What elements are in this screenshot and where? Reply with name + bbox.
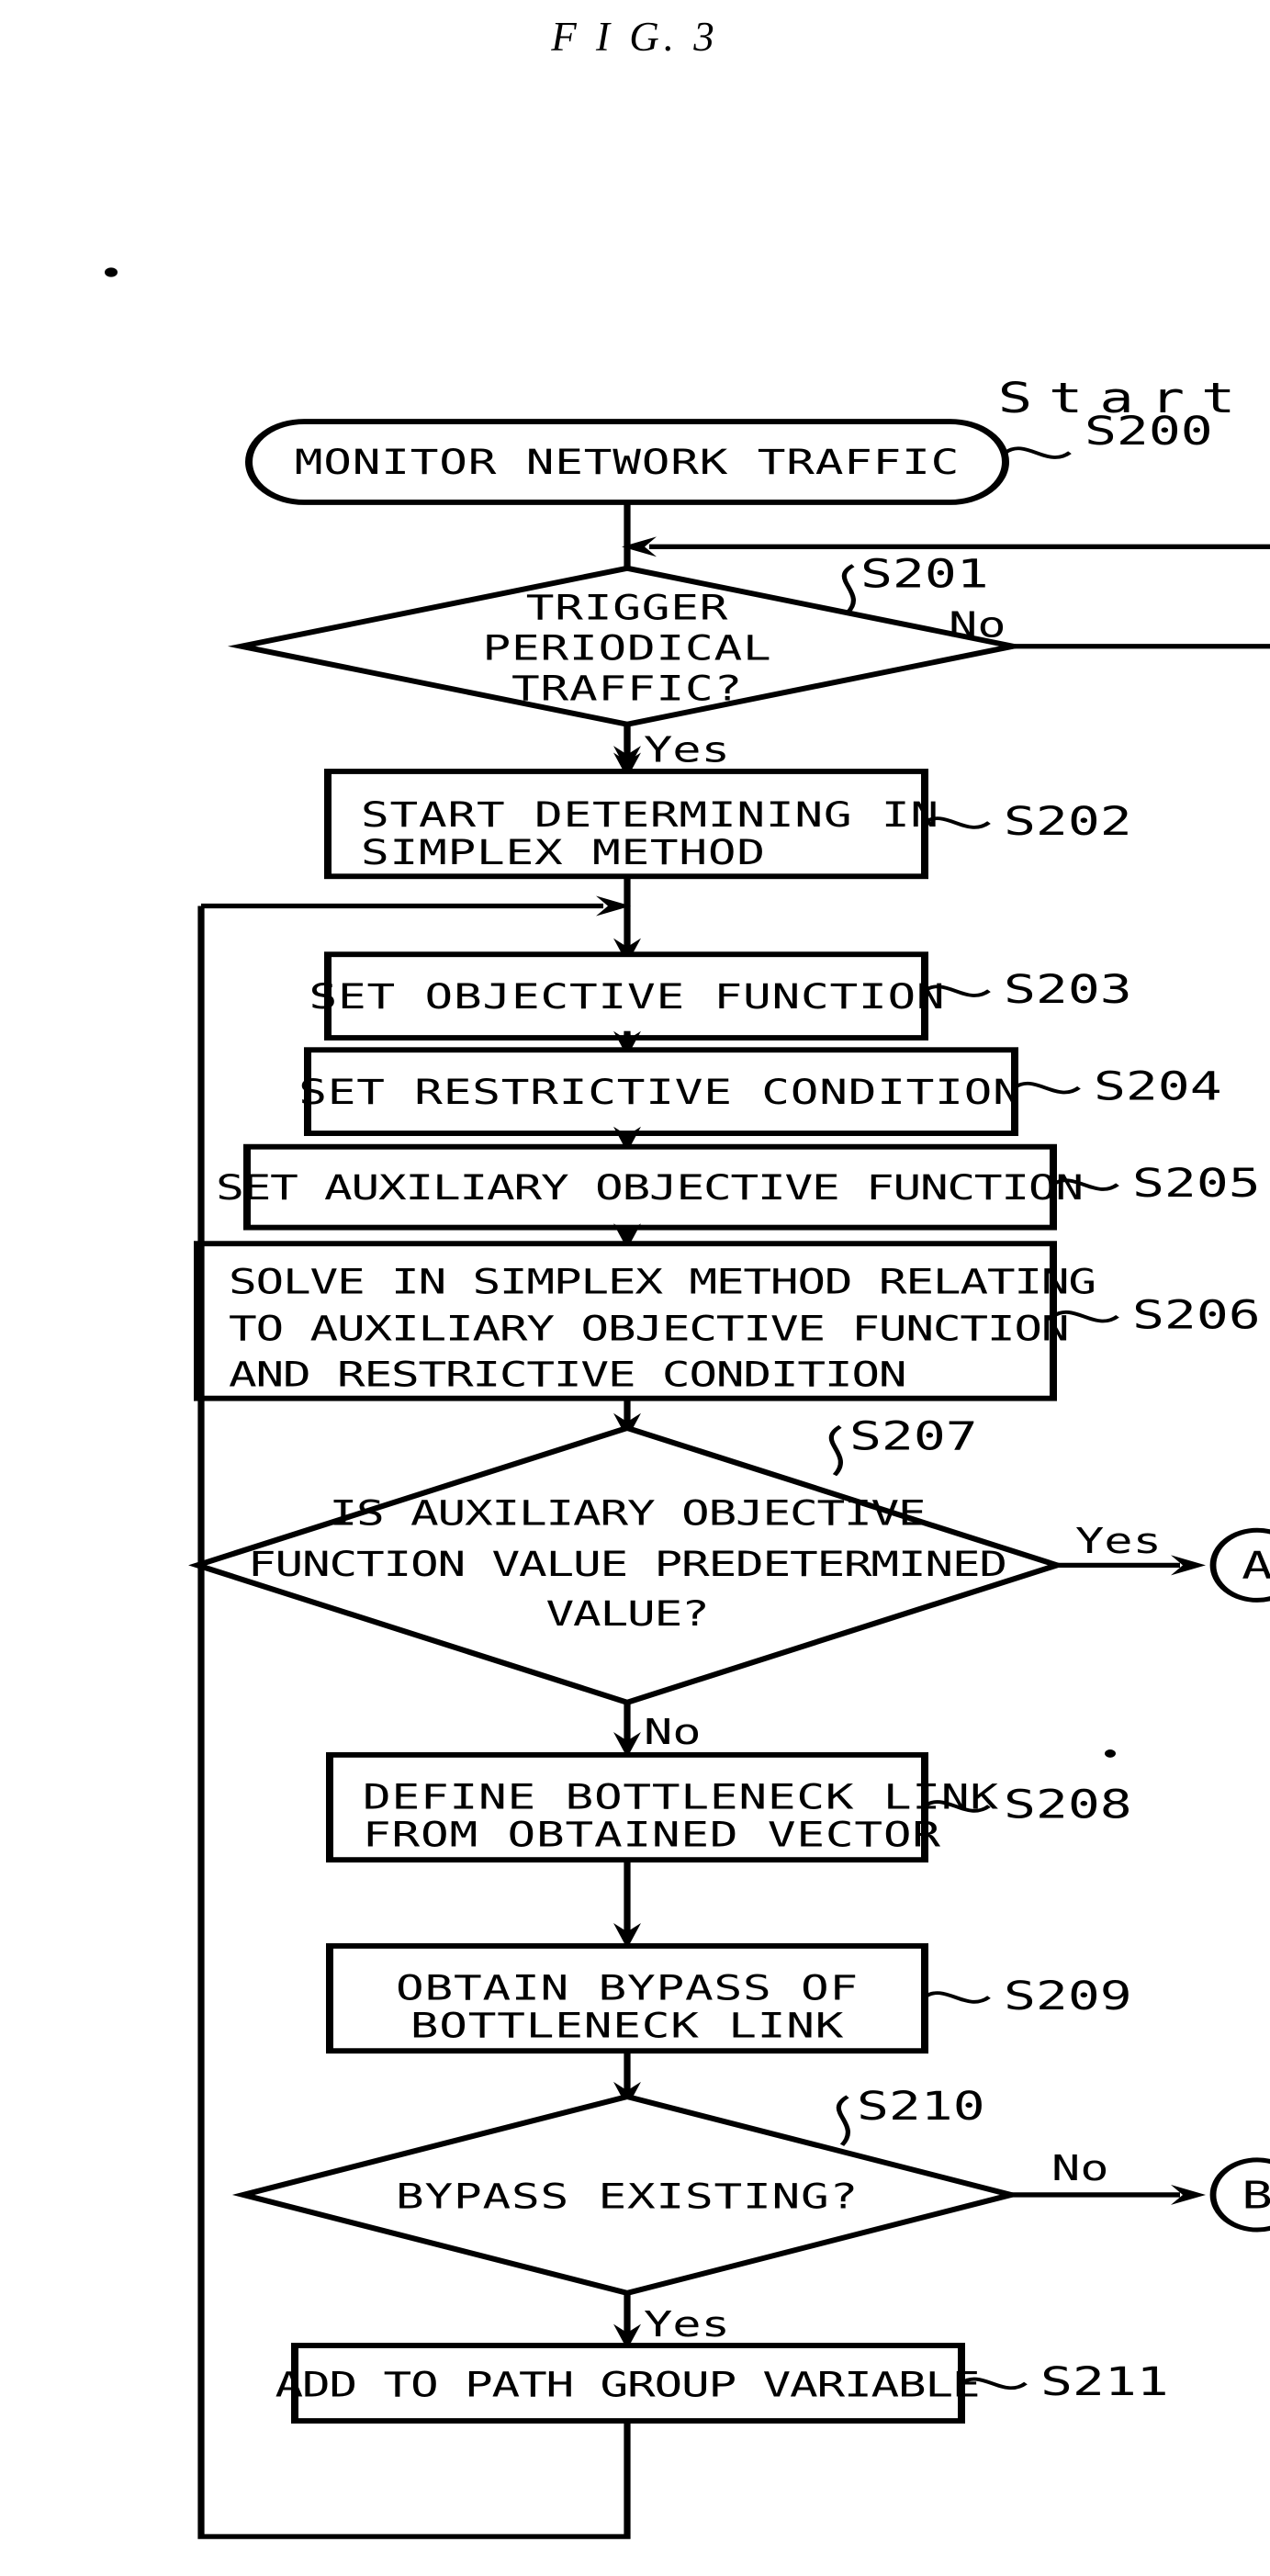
node-s200[interactable]: MONITOR NETWORK TRAFFIC	[245, 419, 1009, 505]
s202-step-label: S202	[1004, 799, 1132, 844]
s211-label: ADD TO PATH GROUP VARIABLE	[275, 2365, 980, 2404]
node-s203[interactable]: SET OBJECTIVE FUNCTION	[309, 951, 946, 1041]
scan-speck	[1105, 1749, 1116, 1758]
connector-a[interactable]: A	[1209, 1527, 1270, 1603]
node-s206[interactable]: SOLVE IN SIMPLEX METHOD RELATING TO AUXI…	[194, 1241, 1096, 1401]
s210-no-label: No	[1051, 2148, 1109, 2188]
s206-step-label: S206	[1132, 1292, 1261, 1337]
node-s209[interactable]: OBTAIN BYPASS OF BOTTLENECK LINK	[326, 1942, 928, 2054]
s201-label-line2: PERIODICAL	[483, 628, 772, 668]
s209-step-label: S209	[1004, 1973, 1132, 2018]
s207-label-line1: IS AUXILIARY OBJECTIVE	[330, 1493, 926, 1533]
s207-leader-line	[828, 1424, 843, 1477]
flowchart-canvas: Start MONITOR NETWORK TRAFFIC S200 TRIGG…	[105, 267, 1270, 2539]
connector-b[interactable]: B	[1209, 2157, 1270, 2233]
s200-label: MONITOR NETWORK TRAFFIC	[295, 443, 960, 482]
node-s208[interactable]: DEFINE BOTTLENECK LINK FROM OBTAINED VEC…	[326, 1751, 999, 1863]
s203-step-label: S203	[1004, 967, 1132, 1012]
s206-label-line2: TO AUXILIARY OBJECTIVE FUNCTION	[229, 1309, 1068, 1348]
s206-label-line3: AND RESTRICTIVE CONDITION	[229, 1355, 905, 1394]
s200-leader-line	[1004, 446, 1072, 459]
node-s207[interactable]: IS AUXILIARY OBJECTIVE FUNCTION VALUE PR…	[187, 1424, 1067, 1705]
node-s202[interactable]: START DETERMINING IN SIMPLEX METHOD	[324, 769, 939, 880]
s200-step-label: S200	[1085, 409, 1213, 454]
connector-a-letter: A	[1242, 1544, 1270, 1588]
s207-yes-label: Yes	[1075, 1521, 1162, 1561]
s205-step-label: S205	[1132, 1161, 1261, 1206]
s201-leader-line	[841, 564, 856, 614]
s201-label-line1: TRIGGER	[526, 588, 728, 627]
s207-label-line2: FUNCTION VALUE PREDETERMINED	[248, 1545, 1006, 1584]
s211-step-label: S211	[1040, 2359, 1169, 2404]
node-s204-group[interactable]: SET RESTRICTIVE CONDITION	[298, 1047, 1021, 1136]
s201-label-line3: TRAFFIC?	[511, 669, 743, 708]
s207-label-line3: VALUE?	[546, 1594, 709, 1634]
node-s205[interactable]: SET AUXILIARY OBJECTIVE FUNCTION	[216, 1143, 1084, 1231]
s210-label: BYPASS EXISTING?	[396, 2177, 859, 2216]
s210-yes-label: Yes	[644, 2304, 730, 2345]
s207-no-label: No	[644, 1712, 702, 1752]
s210-step-label: S210	[857, 2084, 985, 2129]
s202-label-line1: START DETERMINING IN	[361, 795, 939, 835]
s209-label-line1: OBTAIN BYPASS OF	[396, 1968, 859, 2008]
s208-label-line1: DEFINE BOTTLENECK LINK	[363, 1777, 999, 1817]
s208-label-line2: FROM OBTAINED VECTOR	[363, 1815, 941, 1854]
s208-step-label: S208	[1004, 1782, 1132, 1827]
s206-label-line1: SOLVE IN SIMPLEX METHOD RELATING	[229, 1262, 1096, 1301]
s207-step-label: S207	[849, 1413, 978, 1458]
edge-s201-no	[1013, 644, 1270, 649]
s209-label-line2: BOTTLENECK LINK	[410, 2006, 844, 2045]
s201-no-label: No	[949, 604, 1006, 645]
s204-leader-line	[1013, 1081, 1081, 1095]
s201-step-label: S201	[860, 551, 989, 596]
s201-yes-label: Yes	[644, 730, 730, 771]
s204-label: SET RESTRICTIVE CONDITION	[298, 1073, 1021, 1112]
s203-label: SET OBJECTIVE FUNCTION	[309, 977, 946, 1017]
node-s211[interactable]: ADD TO PATH GROUP VARIABLE	[275, 2343, 981, 2424]
s209-leader-line	[923, 1991, 991, 2004]
connector-b-letter: B	[1242, 2173, 1270, 2217]
s202-label-line2: SIMPLEX METHOD	[361, 833, 766, 872]
patent-figure: F I G. 3 Start MONITOR NETWORK TRAFFIC S…	[0, 0, 1270, 2576]
s205-label: SET AUXILIARY OBJECTIVE FUNCTION	[216, 1168, 1083, 1208]
s210-leader-line	[836, 2095, 850, 2146]
flowchart-scale-group: Start MONITOR NETWORK TRAFFIC S200 TRIGG…	[105, 267, 1270, 2539]
scan-speck	[105, 267, 118, 277]
s204-step-label: S204	[1094, 1063, 1222, 1108]
